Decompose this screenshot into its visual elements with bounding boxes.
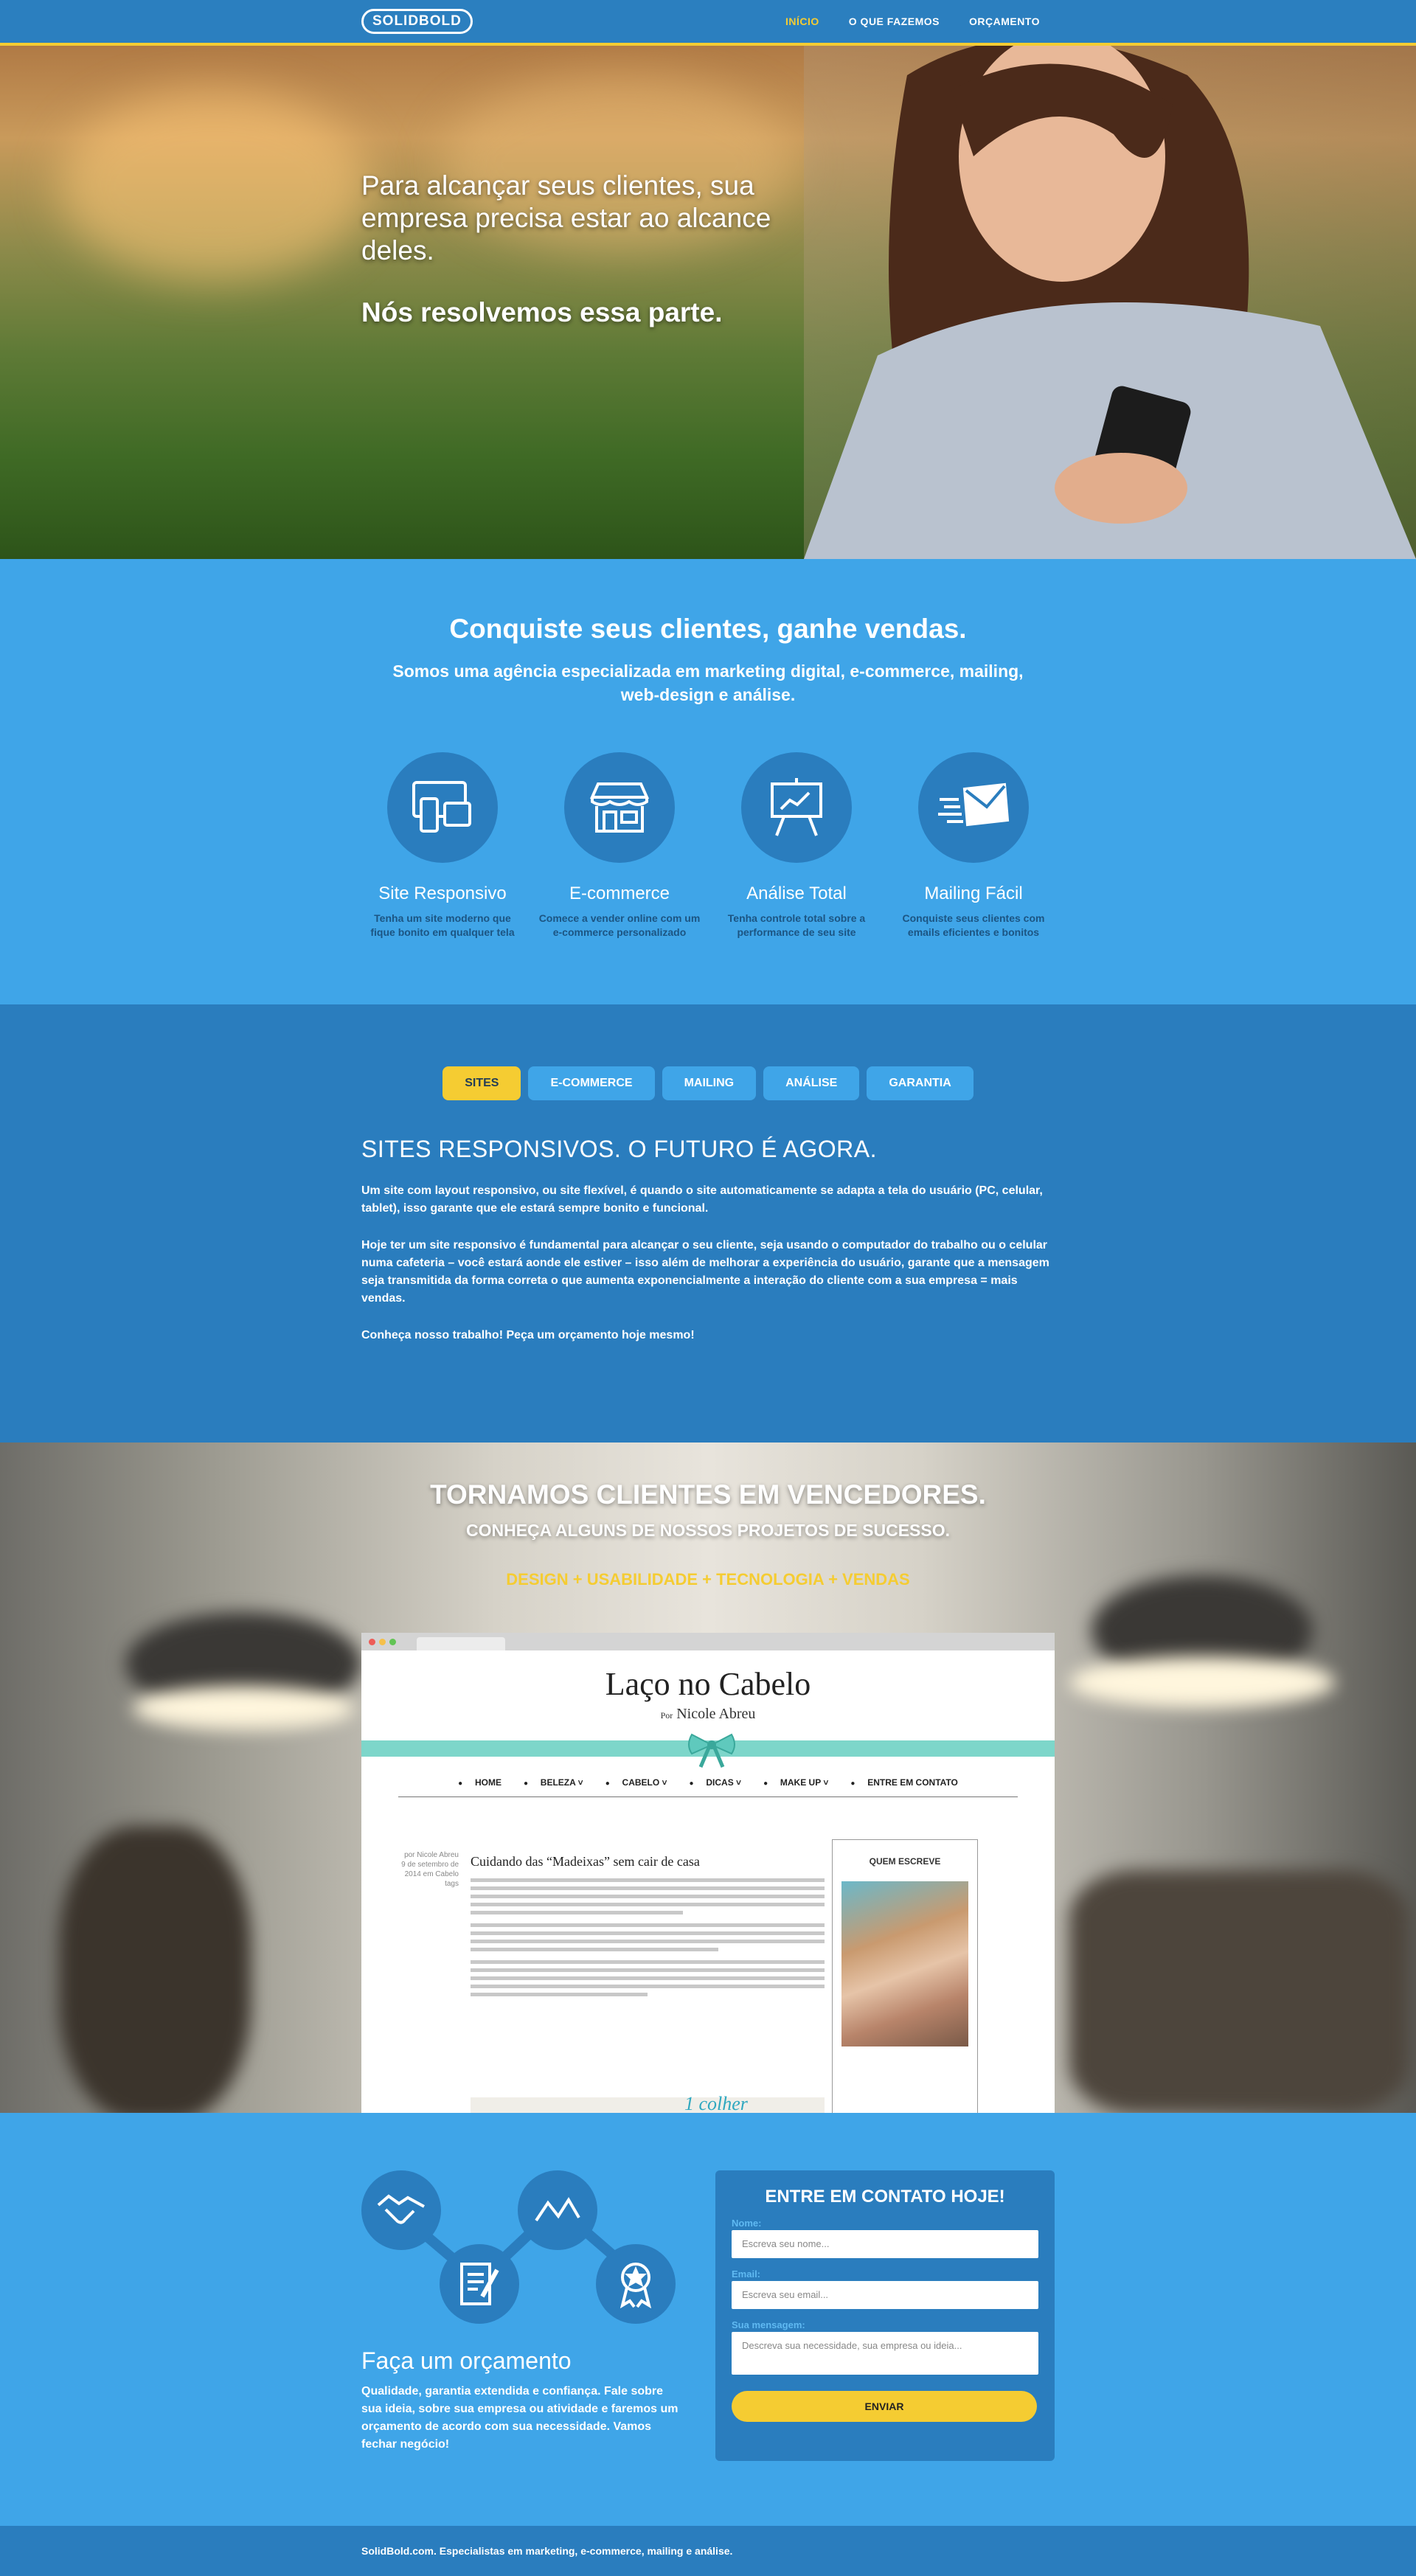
hero-banner: Para alcançar seus clientes, sua empresa… bbox=[0, 46, 1416, 559]
footer: SolidBold.com. Especialistas em marketin… bbox=[0, 2526, 1416, 2576]
contact-title: Faça um orçamento bbox=[361, 2347, 572, 2374]
email-label: Email: bbox=[732, 2268, 761, 2280]
tab-ecommerce[interactable]: E-COMMERCE bbox=[528, 1066, 655, 1100]
blog-ribbon bbox=[361, 1733, 1055, 1768]
nav-link-orcamento[interactable]: ORÇAMENTO bbox=[969, 15, 1040, 27]
services-section: Conquiste seus clientes, ganhe vendas. S… bbox=[0, 559, 1416, 1004]
blog-nav-item[interactable]: ENTRE EM CONTATO bbox=[850, 1777, 958, 1788]
blog-sidebar: QUEM ESCREVE bbox=[832, 1839, 978, 2113]
nav-link-inicio[interactable]: INÍCIO bbox=[785, 15, 819, 27]
message-textarea[interactable]: Descreva sua necessidade, sua empresa ou… bbox=[732, 2332, 1038, 2375]
portfolio-subtitle: CONHEÇA ALGUNS DE NOSSOS PROJETOS DE SUC… bbox=[465, 1521, 951, 1540]
service-desc: Tenha controle total sobre a performance… bbox=[727, 912, 866, 938]
blog-title: Laço no Cabelo bbox=[605, 1666, 811, 1702]
blog-divider bbox=[398, 1796, 1018, 1797]
trend-line-icon bbox=[518, 2170, 597, 2250]
services-subtitle: Somos uma agência especializada em marke… bbox=[392, 662, 1024, 704]
blog-byline: Por Nicole Abreu bbox=[660, 1706, 756, 1722]
service-desc: Comece a vender online com um e-commerce… bbox=[538, 912, 701, 938]
minimize-dot-icon bbox=[379, 1639, 386, 1645]
footer-text: SolidBold.com. Especialistas em marketin… bbox=[361, 2545, 733, 2557]
top-navbar: SOLIDBOLD INÍCIO O QUE FAZEMOS ORÇAMENTO bbox=[0, 0, 1416, 46]
lamp-light-blur bbox=[1069, 1656, 1335, 1708]
counter-blur bbox=[1069, 1870, 1409, 2113]
service-card-ecommerce: E-commerce Comece a vender online com um… bbox=[538, 752, 701, 940]
blog-post: Cuidando das “Madeixas” sem cair de casa bbox=[471, 1854, 825, 2001]
lamp-light-blur bbox=[133, 1686, 354, 1730]
service-desc: Tenha um site moderno que fique bonito e… bbox=[370, 912, 515, 938]
services-title: Conquiste seus clientes, ganhe vendas. bbox=[449, 614, 967, 644]
contact-description: Qualidade, garantia extendida e confianç… bbox=[361, 2385, 678, 2451]
tab-mailing[interactable]: MAILING bbox=[662, 1066, 757, 1100]
service-desc: Conquiste seus clientes com emails efici… bbox=[902, 912, 1045, 938]
tab-content-paragraph: Conheça nosso trabalho! Peça um orçament… bbox=[361, 1329, 695, 1341]
tab-garantia[interactable]: GARANTIA bbox=[867, 1066, 974, 1100]
contact-form: ENTRE EM CONTATO HOJE! Nome: Escreva seu… bbox=[715, 2170, 1055, 2461]
service-card-mailing: Mailing Fácil Conquiste seus clientes co… bbox=[892, 752, 1055, 940]
main-menu: INÍCIO O QUE FAZEMOS ORÇAMENTO bbox=[785, 15, 1040, 27]
portfolio-tagline: DESIGN + USABILIDADE + TECNOLOGIA + VEND… bbox=[506, 1570, 910, 1589]
service-card-analise: Análise Total Tenha controle total sobre… bbox=[715, 752, 878, 940]
presentation-chart-icon bbox=[741, 752, 852, 863]
service-title: Mailing Fácil bbox=[924, 883, 1023, 903]
message-label: Sua mensagem: bbox=[732, 2319, 805, 2330]
blog-nav-item[interactable]: BELEZA ˅ bbox=[524, 1777, 583, 1788]
storefront-icon bbox=[564, 752, 675, 863]
portfolio-title: TORNAMOS CLIENTES EM VENCEDORES. bbox=[430, 1479, 986, 1510]
service-title: Análise Total bbox=[746, 883, 847, 903]
name-label: Nome: bbox=[732, 2218, 762, 2229]
service-card-responsive: Site Responsivo Tenha um site moderno qu… bbox=[361, 752, 524, 940]
document-edit-icon bbox=[440, 2244, 519, 2324]
name-input[interactable]: Escreva seu nome... bbox=[732, 2230, 1038, 2258]
bow-icon bbox=[688, 1733, 735, 1768]
portfolio-section: TORNAMOS CLIENTES EM VENCEDORES. CONHEÇA… bbox=[0, 1443, 1416, 2113]
award-badge-icon bbox=[596, 2244, 676, 2324]
maximize-dot-icon bbox=[389, 1639, 396, 1645]
browser-toolbar bbox=[361, 1633, 1055, 1650]
blog-nav-item[interactable]: MAKE UP ˅ bbox=[763, 1777, 828, 1788]
post-image-caption: 1 colher bbox=[684, 2093, 748, 2113]
contact-icons-cluster bbox=[361, 2170, 686, 2325]
responsive-devices-icon bbox=[387, 752, 498, 863]
author-photo bbox=[841, 1881, 968, 2046]
blog-nav-item[interactable]: DICAS ˅ bbox=[690, 1777, 741, 1788]
email-input[interactable]: Escreva seu email... bbox=[732, 2281, 1038, 2309]
envelope-icon bbox=[918, 752, 1029, 863]
service-title: E-commerce bbox=[569, 883, 670, 903]
post-title: Cuidando das “Madeixas” sem cair de casa bbox=[471, 1854, 700, 1869]
tab-content-paragraph: Um site com layout responsivo, ou site f… bbox=[361, 1184, 1043, 1215]
submit-button[interactable]: ENVIAR bbox=[732, 2391, 1037, 2422]
browser-mockup: Laço no Cabelo Por Nicole Abreu HOME BEL… bbox=[361, 1633, 1055, 2113]
hero-headline: Para alcançar seus clientes, sua empresa… bbox=[361, 170, 771, 265]
hero-tagline: Nós resolvemos essa parte. bbox=[361, 297, 723, 327]
person-silhouette-blur bbox=[59, 1826, 251, 2113]
blog-nav-item[interactable]: CABELO ˅ bbox=[605, 1777, 667, 1788]
handshake-icon bbox=[361, 2170, 441, 2250]
blog-nav: HOME BELEZA ˅ CABELO ˅ DICAS ˅ MAKE UP ˅… bbox=[361, 1777, 1055, 1788]
brand-logo[interactable]: SOLIDBOLD bbox=[361, 9, 473, 34]
nav-link-o-que-fazemos[interactable]: O QUE FAZEMOS bbox=[849, 15, 940, 27]
hero-bokeh-light bbox=[59, 90, 369, 282]
service-title: Site Responsivo bbox=[378, 883, 507, 903]
form-title: ENTRE EM CONTATO HOJE! bbox=[765, 2187, 1005, 2207]
tab-bar: SITES E-COMMERCE MAILING ANÁLISE GARANTI… bbox=[361, 1066, 1055, 1100]
blog-nav-item[interactable]: HOME bbox=[458, 1777, 502, 1788]
tab-content-title: SITES RESPONSIVOS. O FUTURO É AGORA. bbox=[361, 1136, 878, 1162]
post-meta: por Nicole Abreu 9 de setembro de 2014 e… bbox=[401, 1851, 459, 1888]
tab-sites[interactable]: SITES bbox=[442, 1066, 521, 1100]
contact-section: Faça um orçamento Qualidade, garantia ex… bbox=[0, 2113, 1416, 2526]
post-image: 1 colher bbox=[471, 2093, 825, 2113]
features-tabs-section: SITES E-COMMERCE MAILING ANÁLISE GARANTI… bbox=[0, 1004, 1416, 1443]
tab-content-paragraph: Hoje ter um site responsivo é fundamenta… bbox=[361, 1239, 1049, 1305]
post-body-placeholder bbox=[471, 1878, 825, 1996]
browser-tab bbox=[417, 1637, 505, 1650]
sidebar-title: QUEM ESCREVE bbox=[869, 1856, 941, 1867]
close-dot-icon bbox=[369, 1639, 375, 1645]
tab-analise[interactable]: ANÁLISE bbox=[763, 1066, 860, 1100]
